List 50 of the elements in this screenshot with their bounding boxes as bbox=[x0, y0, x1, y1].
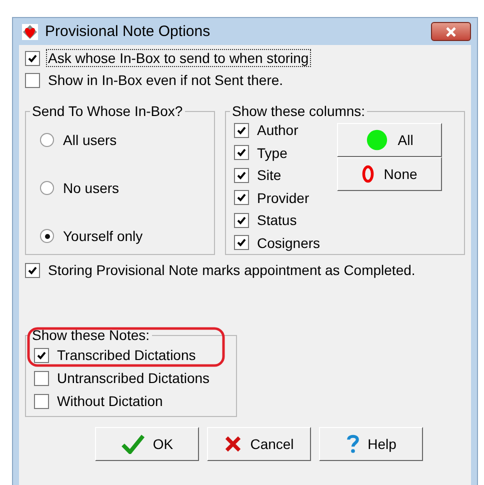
checkbox[interactable] bbox=[34, 394, 49, 408]
close-button[interactable] bbox=[431, 22, 471, 41]
x-icon bbox=[224, 435, 242, 453]
group-title: Show these columns: bbox=[231, 103, 366, 119]
checkbox[interactable] bbox=[234, 212, 249, 228]
checkmark-icon bbox=[235, 146, 248, 159]
checkbox[interactable] bbox=[25, 262, 40, 278]
checkbox-option[interactable]: Author bbox=[234, 121, 322, 139]
app-icon bbox=[21, 22, 39, 40]
group-title: Send To Whose In-Box? bbox=[31, 103, 184, 119]
window-title: Provisional Note Options bbox=[45, 23, 212, 40]
checkbox[interactable] bbox=[25, 72, 40, 88]
radio-button[interactable] bbox=[40, 229, 54, 243]
checkmark-icon bbox=[120, 434, 145, 454]
checkbox[interactable] bbox=[234, 235, 249, 250]
checkbox-option[interactable]: Transcribed Dictations bbox=[34, 346, 228, 364]
question-mark-icon bbox=[346, 434, 360, 454]
checkbox[interactable] bbox=[234, 145, 249, 160]
checkbox[interactable] bbox=[234, 168, 249, 182]
checkbox-option[interactable]: Type bbox=[234, 144, 322, 162]
radio-button[interactable] bbox=[40, 181, 54, 195]
select-all-button[interactable]: All bbox=[337, 123, 442, 157]
checkbox-option[interactable]: Ask whose In-Box to send to when storing bbox=[25, 49, 465, 67]
checkbox[interactable] bbox=[234, 122, 249, 138]
checkbox-option[interactable]: Site bbox=[234, 166, 322, 184]
help-button[interactable]: Help bbox=[319, 427, 423, 461]
checkbox[interactable] bbox=[34, 370, 49, 386]
select-none-button[interactable]: None bbox=[337, 157, 442, 191]
checkbox-option[interactable]: Cosigners bbox=[234, 234, 322, 252]
radio-option[interactable]: No users bbox=[40, 179, 206, 197]
group-title: Show these Notes: bbox=[31, 327, 151, 343]
ok-button[interactable]: OK bbox=[95, 427, 199, 461]
checkbox[interactable] bbox=[34, 348, 49, 362]
checkbox-option[interactable]: Show in In-Box even if not Sent there. bbox=[25, 71, 465, 89]
checkbox[interactable] bbox=[25, 50, 40, 66]
checkbox-option[interactable]: Provider bbox=[234, 188, 322, 206]
checkmark-icon bbox=[235, 191, 248, 204]
ring-icon bbox=[362, 164, 374, 184]
checkbox[interactable] bbox=[234, 190, 249, 205]
checkbox-option[interactable]: Status bbox=[234, 211, 322, 229]
checkbox-option[interactable]: Untranscribed Dictations bbox=[34, 369, 228, 387]
radio-button[interactable] bbox=[40, 133, 54, 147]
checkbox-option[interactable]: Without Dictation bbox=[34, 392, 228, 410]
checkmark-icon bbox=[235, 236, 248, 249]
radio-option[interactable]: All users bbox=[40, 131, 206, 149]
radio-option[interactable]: Yourself only bbox=[40, 227, 206, 245]
checkbox-option[interactable]: Storing Provisional Note marks appointment as Completed. bbox=[25, 261, 465, 279]
cancel-button[interactable]: Cancel bbox=[207, 427, 311, 461]
circle-icon bbox=[366, 129, 388, 151]
close-icon bbox=[445, 26, 457, 36]
